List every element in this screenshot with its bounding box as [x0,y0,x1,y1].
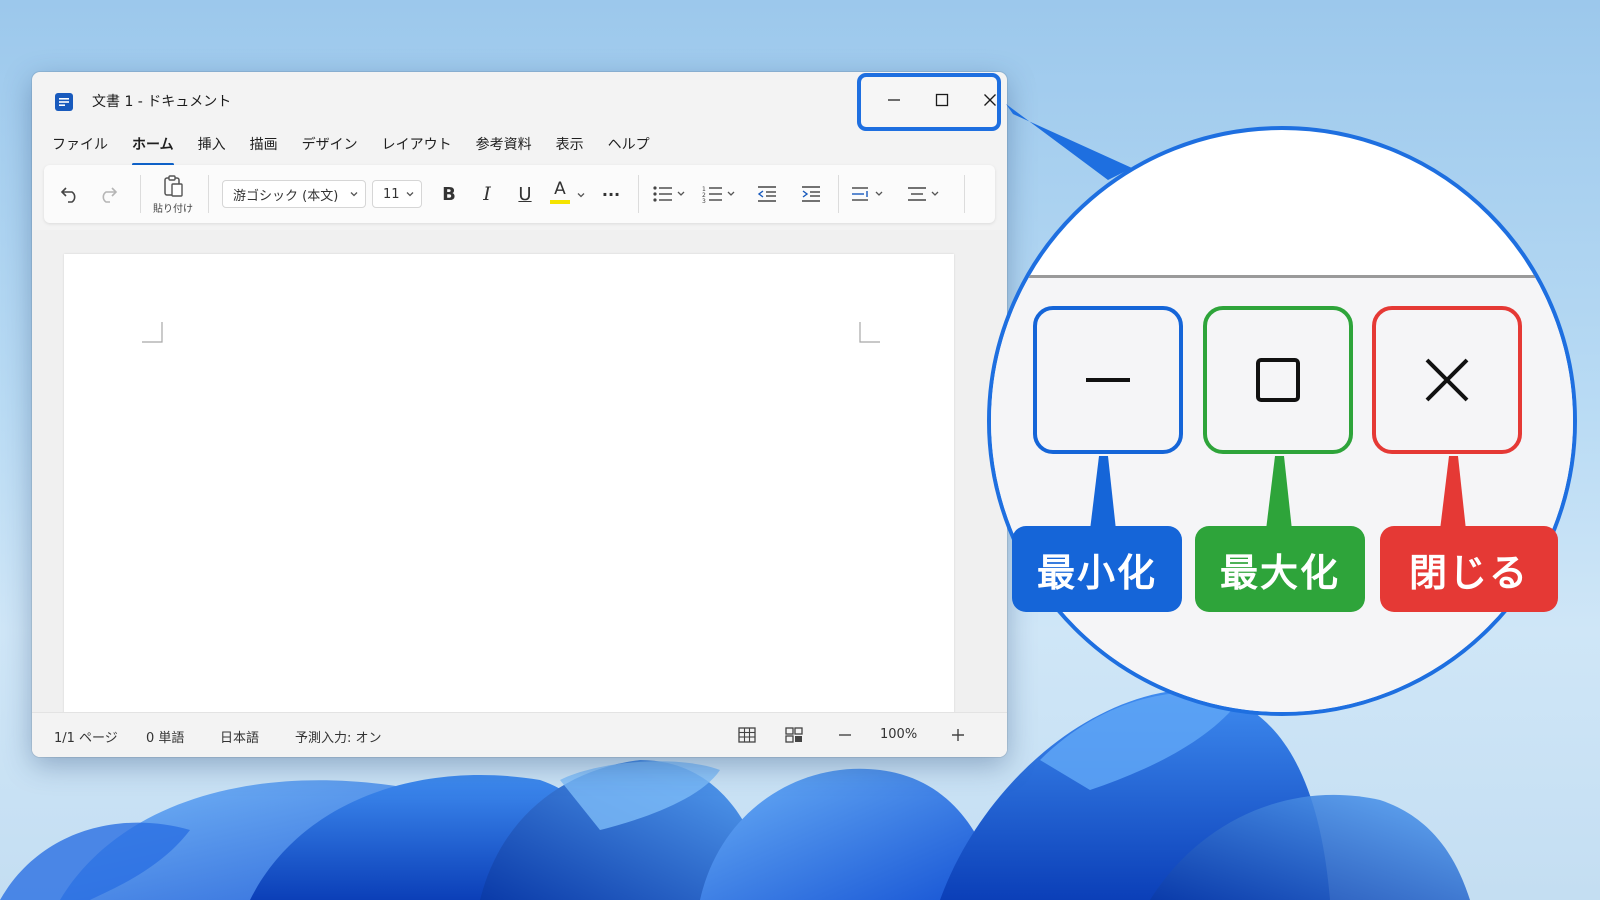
label-connectors [1090,456,1466,530]
maximize-icon [1256,358,1300,402]
close-button-zoomed [1372,306,1522,454]
minimize-label: 最小化 [1012,526,1182,612]
close-label: 閉じる [1380,526,1558,612]
minimize-button-zoomed [1033,306,1183,454]
minimize-icon [1086,378,1130,382]
maximize-label: 最大化 [1195,526,1365,612]
maximize-button-zoomed [1203,306,1353,454]
close-icon [1425,358,1469,402]
